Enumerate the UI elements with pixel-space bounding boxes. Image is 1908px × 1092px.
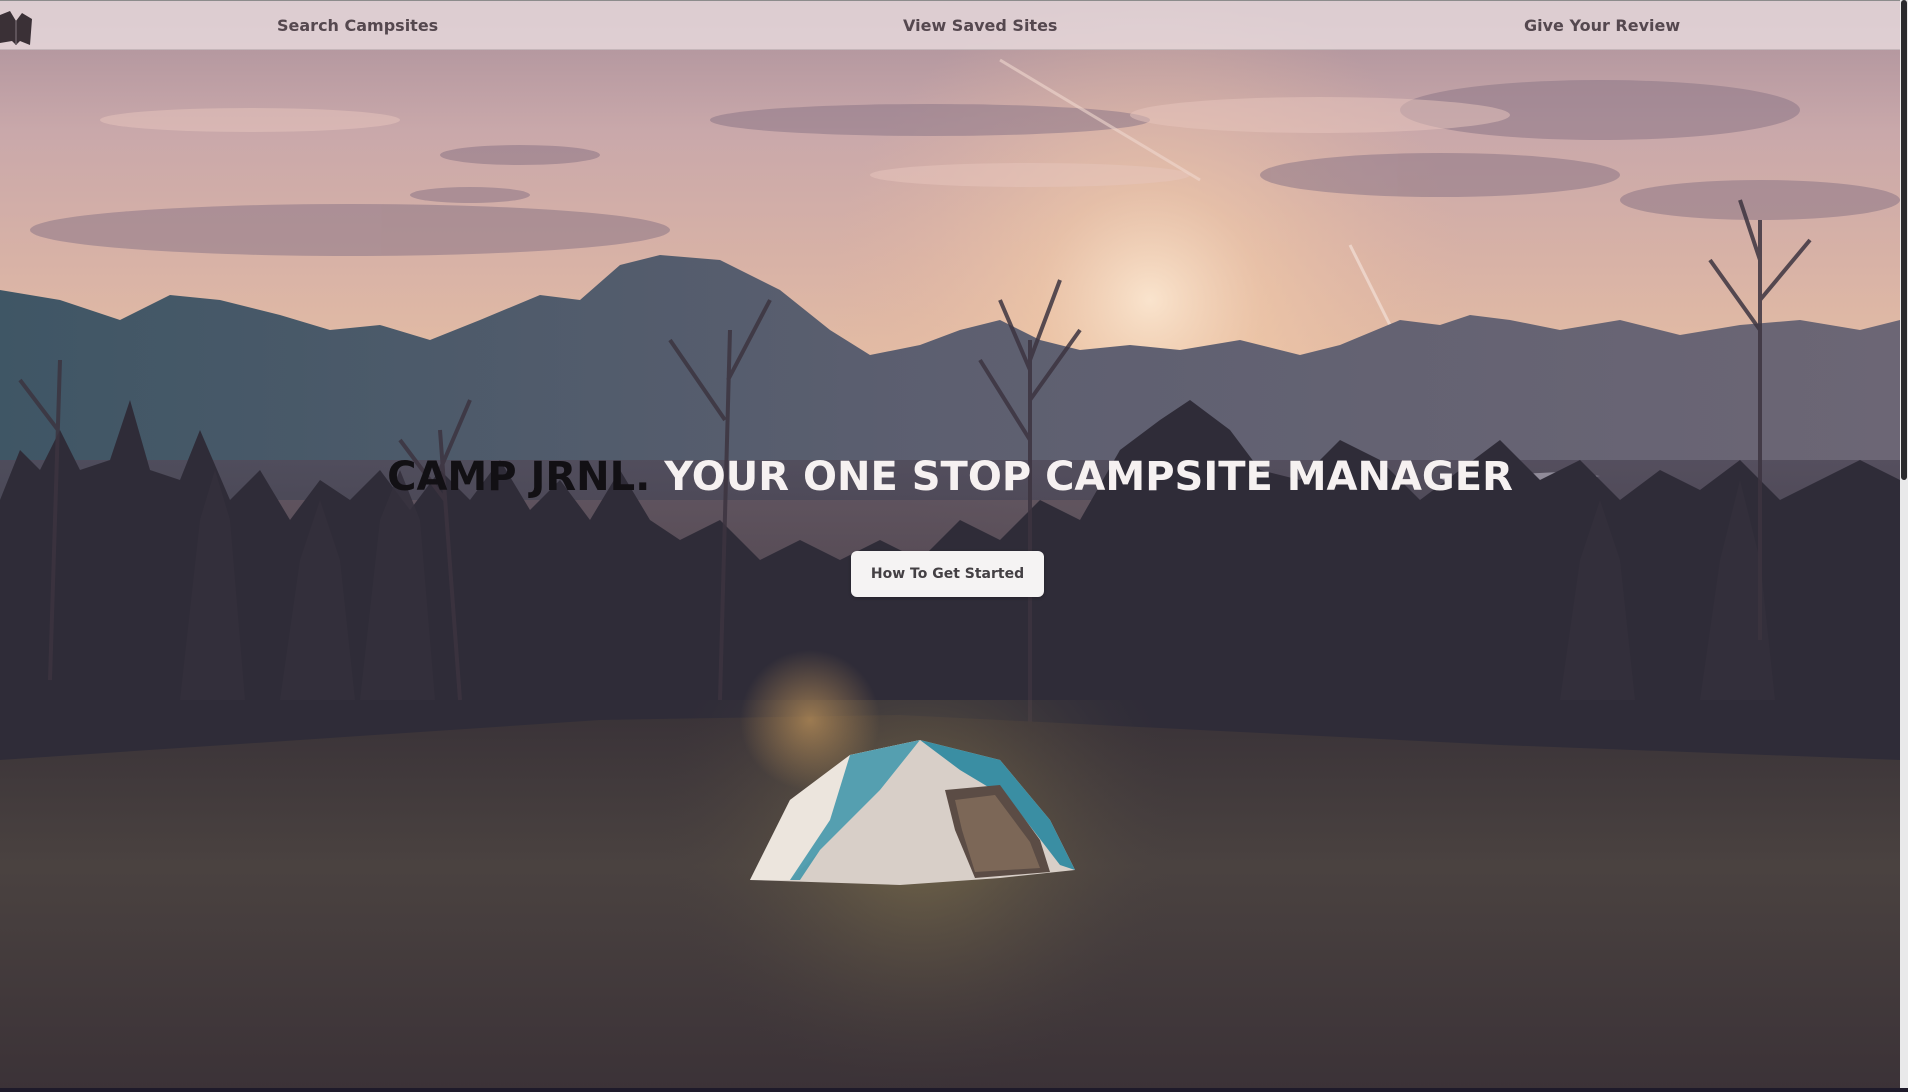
hero-tagline: YOUR ONE STOP CAMPSITE MANAGER (664, 454, 1513, 500)
scrollbar-thumb[interactable] (1901, 0, 1907, 480)
nav-link-search-campsites[interactable]: Search Campsites (277, 16, 438, 35)
brand-name: CAMP JRNL. (387, 454, 651, 500)
nav-link-give-your-review[interactable]: Give Your Review (1524, 16, 1680, 35)
page-viewport: Search Campsites View Saved Sites Give Y… (0, 0, 1900, 1092)
book-logo-icon[interactable] (0, 9, 34, 47)
hero-background-image (0, 0, 1900, 1092)
nav-link-view-saved-sites[interactable]: View Saved Sites (903, 16, 1057, 35)
how-to-get-started-button[interactable]: How To Get Started (851, 551, 1044, 597)
hero-headline: CAMP JRNL. YOUR ONE STOP CAMPSITE MANAGE… (0, 454, 1900, 500)
top-nav-bar: Search Campsites View Saved Sites Give Y… (0, 0, 1900, 50)
window-bottom-edge (0, 1088, 1908, 1092)
